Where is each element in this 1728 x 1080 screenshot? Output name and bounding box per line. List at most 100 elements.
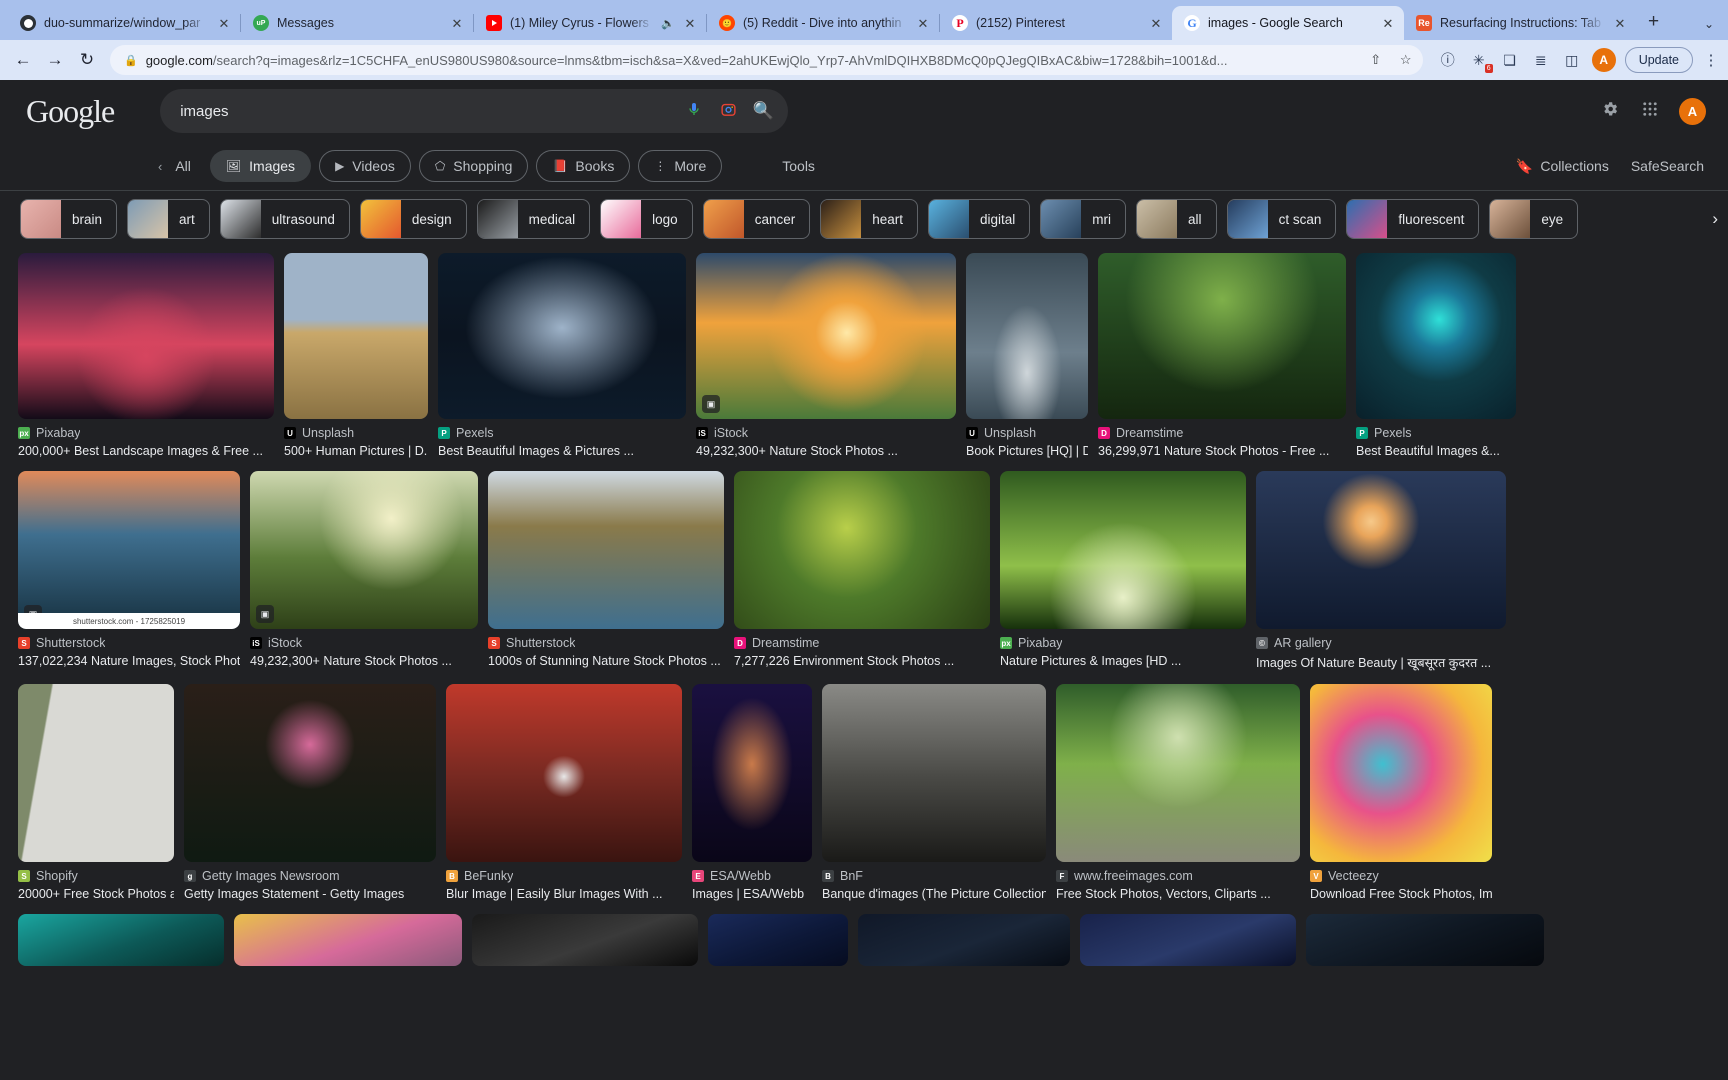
- result-thumbnail[interactable]: [472, 914, 698, 966]
- profile-avatar[interactable]: A: [1591, 48, 1616, 72]
- image-result-card[interactable]: B BeFunky Blur Image | Easily Blur Images …: [446, 684, 682, 901]
- result-caption[interactable]: Banque d'images (The Picture Collection …: [822, 887, 1046, 901]
- result-thumbnail[interactable]: [1098, 253, 1346, 419]
- image-result-card[interactable]: [708, 914, 848, 966]
- tab-mute-icon[interactable]: 🔈: [661, 17, 675, 30]
- result-thumbnail[interactable]: ▣: [696, 253, 956, 419]
- browser-tab-active[interactable]: G images - Google Search ✕: [1172, 6, 1404, 40]
- result-thumbnail[interactable]: [1306, 914, 1544, 966]
- tab-close-button[interactable]: ✕: [916, 17, 930, 30]
- chip-brain[interactable]: brain: [20, 199, 118, 239]
- image-result-card[interactable]: © AR gallery Images Of Nature Beauty | खूब…: [1256, 471, 1506, 671]
- forward-button[interactable]: →: [40, 45, 70, 75]
- tab-all[interactable]: All: [172, 150, 202, 182]
- extension-snowflake-icon[interactable]: ✳ 6: [1468, 49, 1493, 73]
- result-thumbnail[interactable]: [708, 914, 848, 966]
- address-bar[interactable]: 🔒 google.com/search?q=images&rlz=1C5CHFA…: [110, 45, 1423, 75]
- image-result-card[interactable]: ▣ iS iStock 49,232,300+ Nature Stock Photos…: [250, 471, 478, 668]
- chip-heart[interactable]: heart: [820, 199, 919, 239]
- image-result-card[interactable]: [858, 914, 1070, 966]
- result-thumbnail[interactable]: [1356, 253, 1516, 419]
- result-caption[interactable]: 137,022,234 Nature Images, Stock Photo..…: [18, 654, 240, 668]
- chip-cancer[interactable]: cancer: [702, 199, 811, 239]
- chip-logo[interactable]: logo: [600, 199, 693, 239]
- image-result-card[interactable]: U Unsplash Book Pictures [HQ] | Do...: [966, 253, 1088, 458]
- browser-tab[interactable]: (1) Miley Cyrus - Flowers 🔈 ✕: [474, 6, 706, 40]
- browser-tab[interactable]: P (2152) Pinterest ✕: [940, 6, 1172, 40]
- safesearch-button[interactable]: SafeSearch: [1631, 158, 1704, 174]
- chip-all[interactable]: all: [1136, 199, 1217, 239]
- google-logo[interactable]: Google: [26, 93, 115, 130]
- browser-tab[interactable]: uP Messages ✕: [241, 6, 473, 40]
- reading-list-icon[interactable]: ≣: [1530, 49, 1552, 71]
- tab-videos[interactable]: ▶ Videos: [319, 150, 411, 182]
- result-thumbnail[interactable]: [488, 471, 724, 629]
- image-result-card[interactable]: ▣shutterstock.com - 1725825019 S Shutterst…: [18, 471, 240, 668]
- chip-design[interactable]: design: [359, 199, 467, 239]
- browser-tab[interactable]: Re Resurfacing Instructions: Tab ✕: [1404, 6, 1636, 40]
- result-caption[interactable]: Nature Pictures & Images [HD ...: [1000, 654, 1246, 668]
- result-thumbnail[interactable]: [1056, 684, 1300, 862]
- share-icon[interactable]: ⇧: [1365, 52, 1387, 68]
- image-result-card[interactable]: S Shutterstock 1000s of Stunning Nature St…: [488, 471, 724, 668]
- result-caption[interactable]: Free Stock Photos, Vectors, Cliparts ...: [1056, 887, 1300, 901]
- result-thumbnail[interactable]: ▣: [250, 471, 478, 629]
- chip-mri[interactable]: mri: [1040, 199, 1127, 239]
- account-avatar[interactable]: A: [1679, 97, 1706, 125]
- result-thumbnail[interactable]: ▣shutterstock.com - 1725825019: [18, 471, 240, 629]
- result-thumbnail[interactable]: [858, 914, 1070, 966]
- result-thumbnail[interactable]: [822, 684, 1046, 862]
- result-caption[interactable]: Download Free Stock Photos, Ima...: [1310, 887, 1492, 901]
- chip-medical[interactable]: medical: [476, 199, 591, 239]
- result-thumbnail[interactable]: [1310, 684, 1492, 862]
- result-thumbnail[interactable]: [18, 684, 174, 862]
- image-result-card[interactable]: [1306, 914, 1544, 966]
- chips-next-button[interactable]: ›: [1684, 199, 1728, 239]
- image-result-card[interactable]: P Pexels Best Beautiful Images & Pictures …: [438, 253, 686, 458]
- search-box[interactable]: images 🔍: [160, 89, 789, 133]
- image-result-card[interactable]: [234, 914, 462, 966]
- tab-images[interactable]: 🖼 Images: [209, 150, 312, 182]
- tab-shopping[interactable]: ⬠ Shopping: [418, 150, 529, 182]
- result-caption[interactable]: Getty Images Statement - Getty Images: [184, 887, 436, 901]
- result-caption[interactable]: 49,232,300+ Nature Stock Photos ...: [696, 444, 956, 458]
- side-panel-icon[interactable]: ◫: [1561, 49, 1583, 71]
- update-button[interactable]: Update: [1624, 47, 1693, 73]
- result-caption[interactable]: 49,232,300+ Nature Stock Photos ...: [250, 654, 478, 668]
- result-thumbnail[interactable]: [1000, 471, 1246, 629]
- browser-tab[interactable]: duo-summarize/window_par ✕: [8, 6, 240, 40]
- tab-close-button[interactable]: ✕: [683, 17, 697, 30]
- result-thumbnail[interactable]: [734, 471, 990, 629]
- extensions-puzzle-icon[interactable]: ❏: [1499, 49, 1521, 71]
- result-caption[interactable]: 20000+ Free Stock Photos a...: [18, 887, 174, 901]
- tools-button[interactable]: Tools: [782, 158, 815, 174]
- result-thumbnail[interactable]: [446, 684, 682, 862]
- tab-close-button[interactable]: ✕: [450, 17, 464, 30]
- image-result-card[interactable]: px Pixabay Nature Pictures & Images [HD ..…: [1000, 471, 1246, 668]
- browser-tab[interactable]: 🙂 (5) Reddit - Dive into anythin ✕: [707, 6, 939, 40]
- result-thumbnail[interactable]: [184, 684, 436, 862]
- image-result-card[interactable]: D Dreamstime 36,299,971 Nature Stock Photo…: [1098, 253, 1346, 458]
- tab-more[interactable]: ⋮ More: [638, 150, 723, 182]
- result-thumbnail[interactable]: [284, 253, 428, 419]
- result-caption[interactable]: 1000s of Stunning Nature Stock Photos ..…: [488, 654, 724, 668]
- settings-gear-icon[interactable]: [1599, 100, 1621, 123]
- result-caption[interactable]: Book Pictures [HQ] | Do...: [966, 444, 1088, 458]
- chevron-left-icon[interactable]: ‹: [158, 159, 162, 174]
- image-result-card[interactable]: V Vecteezy Download Free Stock Photos, Ima…: [1310, 684, 1492, 901]
- privacy-badger-icon[interactable]: ⓘ: [1437, 49, 1459, 71]
- result-caption[interactable]: Images | ESA/Webb: [692, 887, 812, 901]
- image-result-card[interactable]: P Pexels Best Beautiful Images &...: [1356, 253, 1516, 458]
- image-result-card[interactable]: S Shopify 20000+ Free Stock Photos a...: [18, 684, 174, 901]
- back-button[interactable]: ←: [8, 45, 38, 75]
- chip-fluorescent[interactable]: fluorescent: [1346, 199, 1480, 239]
- result-caption[interactable]: 7,277,226 Environment Stock Photos ...: [734, 654, 990, 668]
- chip-ultrasound[interactable]: ultrasound: [219, 199, 350, 239]
- search-input[interactable]: images: [180, 103, 670, 120]
- image-result-card[interactable]: Fwww.freeimages.com Free Stock Photos, Ve…: [1056, 684, 1300, 901]
- result-thumbnail[interactable]: [692, 684, 812, 862]
- result-thumbnail[interactable]: [1080, 914, 1296, 966]
- result-caption[interactable]: Blur Image | Easily Blur Images With ...: [446, 887, 682, 901]
- mic-icon[interactable]: [684, 101, 704, 121]
- tab-search-chevron-icon[interactable]: ⌄: [1704, 17, 1714, 31]
